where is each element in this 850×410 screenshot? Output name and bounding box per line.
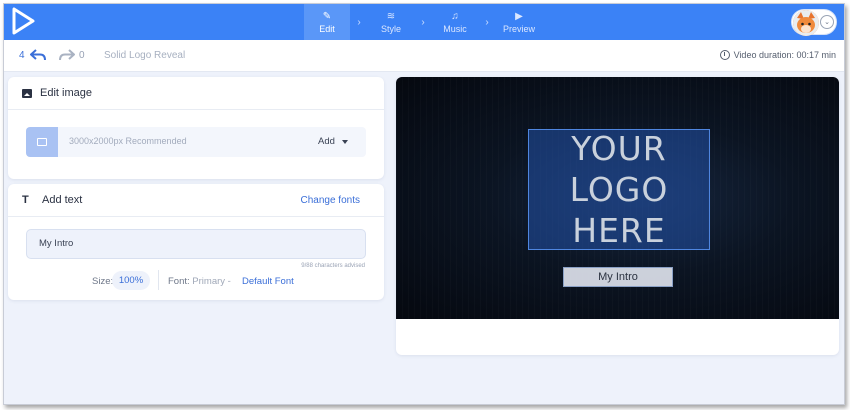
image-icon xyxy=(22,88,32,98)
change-fonts-link[interactable]: Change fonts xyxy=(301,195,361,206)
add-image-button[interactable]: Add xyxy=(318,136,348,147)
chevron-right-icon: › xyxy=(421,16,425,28)
avatar xyxy=(793,10,819,36)
chevron-right-icon: › xyxy=(485,16,489,28)
image-upload-field[interactable]: 3000x2000px Recommended Add xyxy=(26,127,366,157)
logo-line: HERE xyxy=(572,211,666,250)
brand-logo[interactable] xyxy=(10,6,36,36)
tab-style-label: Style xyxy=(380,23,401,34)
image-placeholder-icon xyxy=(26,127,58,157)
text-style-row: Size: 100% Font: Primary - Default Font xyxy=(8,270,384,292)
undo-count: 4 xyxy=(19,50,25,61)
tab-music[interactable]: ♫ Music xyxy=(432,4,478,40)
text-icon: T xyxy=(22,194,29,206)
layers-icon: ≋ xyxy=(386,10,396,22)
add-image-label: Add xyxy=(318,136,335,147)
font-primary-label: Primary - xyxy=(192,276,231,287)
font-selector[interactable]: Default Font xyxy=(242,276,294,287)
tab-edit-label: Edit xyxy=(319,23,335,34)
font-label: Font: Primary - xyxy=(168,276,231,287)
pencil-icon: ✎ xyxy=(322,10,332,22)
music-note-icon: ♫ xyxy=(451,10,459,22)
caret-down-icon xyxy=(341,139,348,144)
play-icon: ▶ xyxy=(515,10,523,22)
top-nav: ✎ Edit › ≋ Style › ♫ Music › ▶ Preview ⌄ xyxy=(4,4,844,40)
tab-music-label: Music xyxy=(443,23,467,34)
tab-preview[interactable]: ▶ Preview xyxy=(496,4,542,40)
editor-toolbar: 4 0 Solid Logo Reveal Video duration: 00… xyxy=(4,40,844,72)
clock-icon xyxy=(719,50,730,60)
logo-placeholder[interactable]: YOUR LOGO HERE xyxy=(528,129,710,250)
chevron-down-icon: ⌄ xyxy=(820,15,834,29)
chevron-right-icon: › xyxy=(357,16,361,28)
app-window: ✎ Edit › ≋ Style › ♫ Music › ▶ Preview ⌄… xyxy=(3,3,845,405)
logo-line: YOUR xyxy=(571,129,667,168)
project-name: Solid Logo Reveal xyxy=(104,50,186,61)
video-duration: Video duration: 00:17 min xyxy=(719,50,836,60)
edit-image-panel: Edit image 3000x2000px Recommended Add xyxy=(8,77,384,179)
edit-image-header: Edit image xyxy=(8,77,384,110)
redo-count: 0 xyxy=(79,50,85,61)
divider xyxy=(158,270,159,290)
user-menu[interactable]: ⌄ xyxy=(791,9,837,36)
tab-edit[interactable]: ✎ Edit xyxy=(304,4,350,40)
logo-line: LOGO xyxy=(569,170,669,209)
size-label: Size: xyxy=(92,276,114,287)
font-label-text: Font: xyxy=(168,276,190,287)
intro-text-overlay[interactable]: My Intro xyxy=(563,267,673,287)
image-size-hint: 3000x2000px Recommended xyxy=(69,136,187,146)
video-duration-text: Video duration: 00:17 min xyxy=(733,50,836,60)
undo-icon[interactable] xyxy=(30,48,46,62)
step-navigation: ✎ Edit › ≋ Style › ♫ Music › ▶ Preview xyxy=(304,4,542,40)
intro-text-input[interactable]: My Intro xyxy=(26,229,366,259)
character-count-hint: 9/88 characters advised xyxy=(301,263,365,269)
tab-style[interactable]: ≋ Style xyxy=(368,4,414,40)
add-text-title: Add text xyxy=(42,194,83,206)
video-preview-panel: YOUR LOGO HERE My Intro xyxy=(396,77,839,355)
redo-icon[interactable] xyxy=(59,48,75,62)
size-selector[interactable]: 100% xyxy=(112,271,150,290)
tab-preview-label: Preview xyxy=(502,23,535,34)
add-text-panel: T Add text Change fonts My Intro 9/88 ch… xyxy=(8,184,384,300)
video-preview[interactable]: YOUR LOGO HERE My Intro xyxy=(396,77,839,319)
edit-image-title: Edit image xyxy=(40,87,92,99)
